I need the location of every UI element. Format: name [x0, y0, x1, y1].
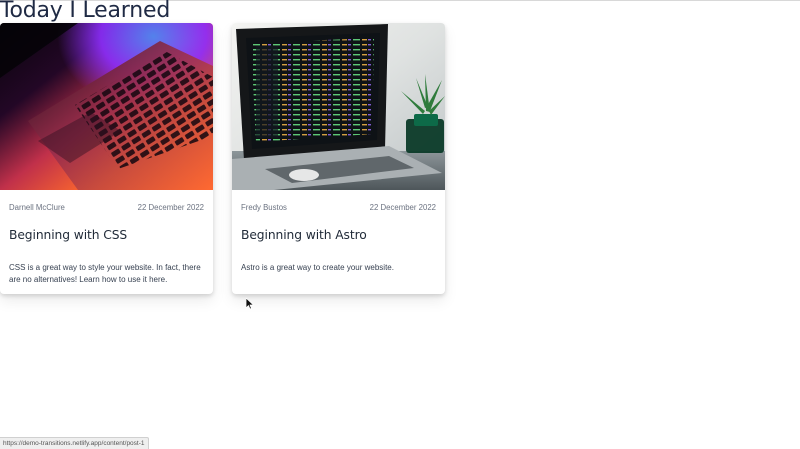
post-author: Fredy Bustos — [241, 202, 287, 212]
arrow-cursor-icon — [246, 298, 254, 310]
post-description: Astro is a great way to create your webs… — [241, 263, 394, 272]
status-bar-url: https://demo-transitions.netlify.app/con… — [0, 437, 149, 449]
post-date: 22 December 2022 — [369, 202, 436, 212]
post-card-css[interactable]: Darnell McClure 22 December 2022 Beginni… — [0, 23, 213, 294]
post-meta: Darnell McClure 22 December 2022 — [9, 200, 204, 214]
post-title[interactable]: Beginning with CSS — [9, 227, 127, 244]
post-date: 22 December 2022 — [137, 202, 204, 212]
post-image-laptop-keyboard[interactable] — [0, 23, 213, 190]
post-card-astro[interactable]: Fredy Bustos 22 December 2022 Beginning … — [232, 23, 445, 294]
post-author: Darnell McClure — [9, 202, 65, 212]
laptop-keyboard-photo — [0, 23, 213, 190]
post-title[interactable]: Beginning with Astro — [241, 227, 367, 244]
post-meta: Fredy Bustos 22 December 2022 — [241, 200, 436, 214]
laptop-code-photo — [232, 23, 445, 190]
post-description: CSS is a great way to style your website… — [9, 263, 201, 284]
post-image-laptop-code[interactable] — [232, 23, 445, 190]
page-title: Today I Learned — [0, 0, 171, 23]
